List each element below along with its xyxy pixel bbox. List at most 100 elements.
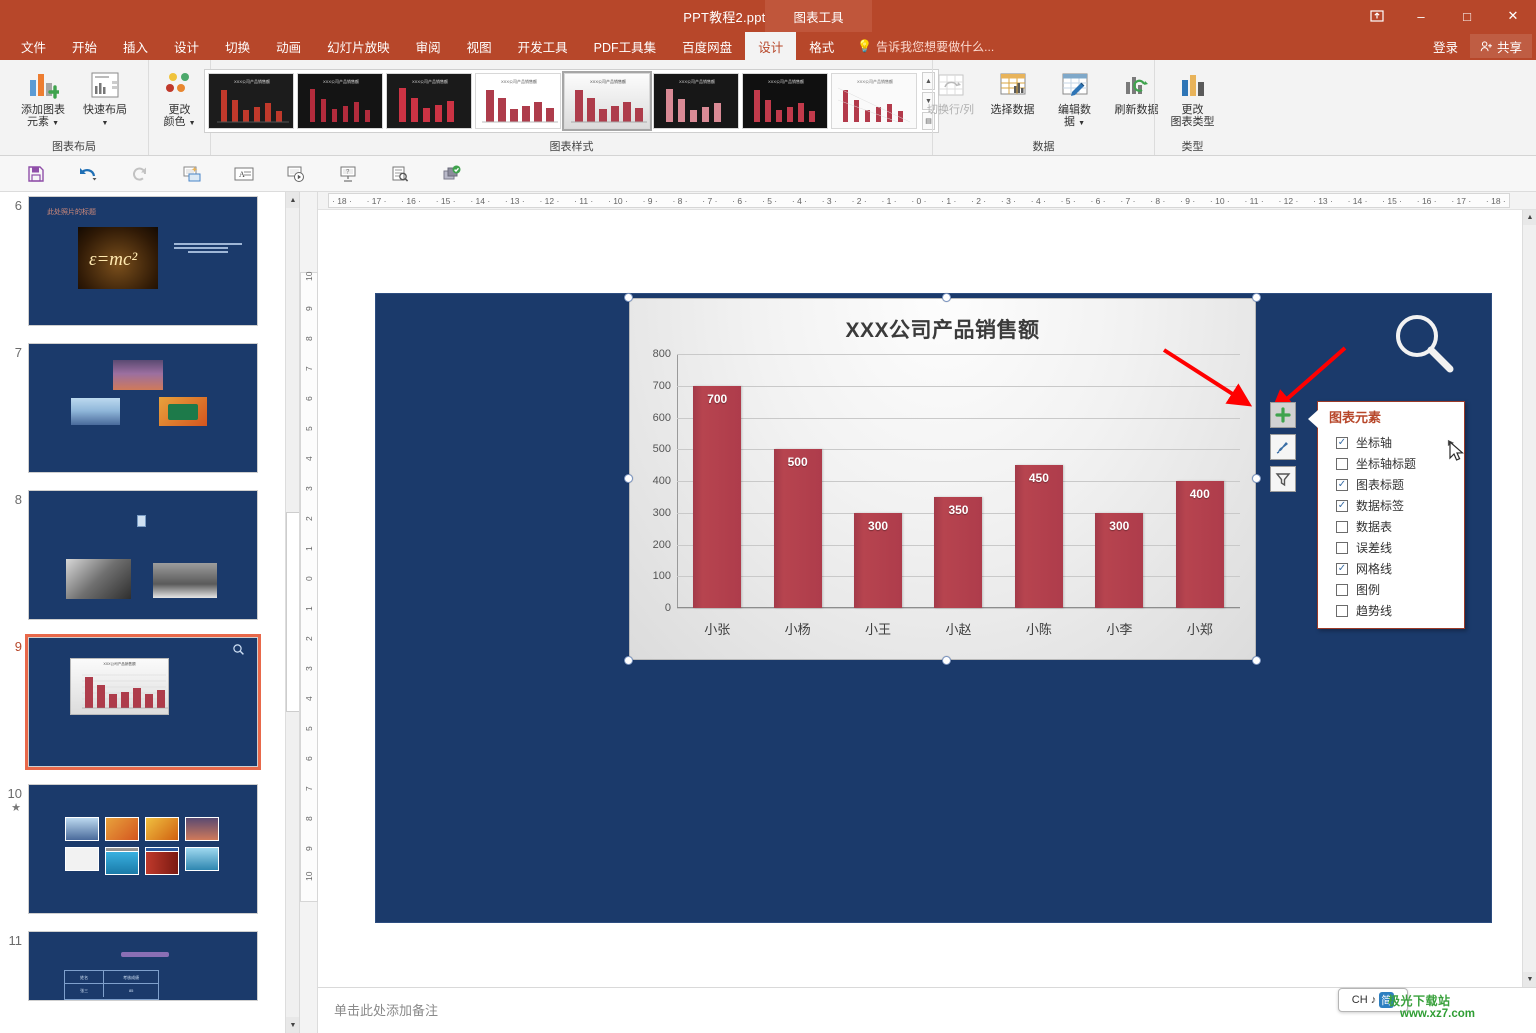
bar[interactable]: 500 (773, 449, 822, 608)
chart-element-item[interactable]: 图例 (1336, 579, 1464, 600)
bar[interactable]: 450 (1014, 465, 1063, 608)
ribbon-display-options-icon[interactable] (1356, 0, 1398, 32)
slide-thumbnail-pane[interactable]: 6 此处照片的标题 ε=mc² 7 8 9 XXX公司产品销售额 10 ★ 11… (0, 192, 300, 1033)
canvas-scrollbar[interactable]: ▲ ▼ (1522, 210, 1536, 987)
checkbox-icon[interactable] (1336, 520, 1348, 533)
scroll-up-arrow[interactable]: ▲ (286, 192, 299, 208)
chart-style-thumb[interactable]: XXX公司产品销售额 (831, 73, 917, 129)
slide-thumbnail-10[interactable] (28, 784, 258, 914)
sign-in-button[interactable]: 登录 (1423, 37, 1468, 56)
bar-column[interactable]: 450 (999, 354, 1079, 608)
tab-developer[interactable]: 开发工具 (505, 32, 581, 60)
scrollbar-thumb[interactable] (286, 512, 299, 712)
data-label[interactable]: 500 (774, 455, 822, 469)
resize-handle-s[interactable] (942, 656, 951, 665)
close-button[interactable]: ✕ (1490, 0, 1536, 32)
tab-chart-design[interactable]: 设计 (745, 32, 797, 60)
chart-element-item[interactable]: 误差线 (1336, 537, 1464, 558)
chart-style-thumb[interactable]: XXX公司产品销售额 (475, 73, 561, 129)
share-button[interactable]: 共享 (1469, 34, 1532, 58)
chart-style-thumb[interactable]: XXX公司产品销售额 (653, 73, 739, 129)
slide-thumbnail-7[interactable] (28, 343, 258, 473)
chart-style-thumb[interactable]: XXX公司产品销售额 (386, 73, 472, 129)
chart-style-thumb[interactable]: XXX公司产品销售额 (208, 73, 294, 129)
bar-series[interactable]: 700 500 300 350 450 300 400 (677, 354, 1240, 608)
chart-object[interactable]: XXX公司产品销售额 800 700 600 500 400 300 200 100 0 700… (624, 293, 1261, 665)
chart-element-item[interactable]: ✓ 网格线 (1336, 558, 1464, 579)
tab-pdf-tools[interactable]: PDF工具集 (581, 32, 670, 60)
bar-column[interactable]: 700 (677, 354, 757, 608)
data-label[interactable]: 300 (1095, 519, 1143, 533)
bar[interactable]: 300 (854, 512, 903, 608)
quick-layout-button[interactable]: 快速布局 ▼ (76, 66, 134, 130)
chart-style-thumb[interactable]: XXX公司产品销售额 (297, 73, 383, 129)
scroll-down-arrow[interactable]: ▼ (286, 1017, 299, 1033)
tab-transitions[interactable]: 切换 (212, 32, 263, 60)
slide-thumbnail-11[interactable]: 姓名 考核成绩 张三 85 (28, 931, 258, 1001)
switch-row-column-button[interactable]: 切换行/列 (922, 66, 980, 118)
canvas-scroll-up[interactable]: ▲ (1523, 210, 1536, 225)
bar-column[interactable]: 300 (838, 354, 918, 608)
text-box-button[interactable]: A (218, 159, 270, 189)
checkbox-icon[interactable]: ✓ (1336, 436, 1348, 449)
chart-elements-list[interactable]: ✓坐标轴▶坐标轴标题✓图表标题✓数据标签数据表误差线✓网格线图例趋势线 (1318, 430, 1464, 621)
edit-data-button[interactable]: 编辑数据 ▼ (1046, 66, 1104, 130)
chart-element-item[interactable]: ✓ 图表标题 (1336, 474, 1464, 495)
undo-button[interactable] (62, 159, 114, 189)
bar[interactable]: 350 (934, 496, 983, 608)
add-chart-element-button[interactable]: 添加图表 元素 ▼ (14, 66, 72, 130)
tab-view[interactable]: 视图 (454, 32, 505, 60)
data-label[interactable]: 300 (854, 519, 902, 533)
ime-pen-icon[interactable]: ♪ (1371, 994, 1377, 1006)
preview-button[interactable] (374, 159, 426, 189)
resize-handle-ne[interactable] (1252, 293, 1261, 302)
change-chart-type-button[interactable]: 更改 图表类型 (1160, 66, 1226, 130)
chart-filters-button[interactable] (1270, 466, 1296, 492)
chart-style-thumb[interactable]: XXX公司产品销售额 (742, 73, 828, 129)
new-slide-button[interactable] (166, 159, 218, 189)
save-button[interactable] (10, 159, 62, 189)
bar-column[interactable]: 350 (918, 354, 998, 608)
checkbox-icon[interactable]: ✓ (1336, 478, 1348, 491)
checkbox-icon[interactable]: ✓ (1336, 499, 1348, 512)
bar[interactable]: 400 (1175, 481, 1224, 608)
tab-home[interactable]: 开始 (59, 32, 110, 60)
tab-baidu-netdisk[interactable]: 百度网盘 (669, 32, 745, 60)
tell-me-box[interactable]: 💡 告诉我您想要做什么... (847, 32, 1004, 60)
slide-thumbnail-6[interactable]: 此处照片的标题 ε=mc² (28, 196, 258, 326)
chart-element-item[interactable]: 数据表 (1336, 516, 1464, 537)
checkbox-icon[interactable]: ✓ (1336, 562, 1348, 575)
data-label[interactable]: 450 (1015, 471, 1063, 485)
tab-chart-format[interactable]: 格式 (796, 32, 847, 60)
data-label[interactable]: 400 (1176, 487, 1224, 501)
thumbnail-scrollbar[interactable]: ▲ ▼ (285, 192, 299, 1033)
chart-title[interactable]: XXX公司产品销售额 (629, 314, 1256, 344)
tab-design[interactable]: 设计 (161, 32, 212, 60)
bar[interactable]: 700 (693, 385, 742, 608)
tab-file[interactable]: 文件 (8, 32, 60, 60)
chart-element-item[interactable]: ✓坐标轴▶ (1336, 432, 1464, 453)
checkbox-icon[interactable] (1336, 457, 1348, 470)
chart-styles-gallery[interactable]: XXX公司产品销售额 XXX公司产品销售额 XXX公司产品销售额 XXX公司产品… (204, 69, 939, 133)
tab-insert[interactable]: 插入 (110, 32, 161, 60)
resize-handle-w[interactable] (624, 474, 633, 483)
checkbox-icon[interactable] (1336, 583, 1348, 596)
bar[interactable]: 300 (1095, 512, 1144, 608)
chart-style-thumb-selected[interactable]: XXX公司产品销售额 (562, 71, 652, 131)
start-slideshow-button[interactable] (270, 159, 322, 189)
export-button[interactable] (426, 159, 478, 189)
data-label[interactable]: 350 (934, 503, 982, 517)
minimize-button[interactable]: – (1398, 0, 1444, 32)
change-colors-button[interactable]: 更改 颜色 ▼ (151, 66, 209, 130)
chart-elements-button[interactable] (1270, 402, 1296, 428)
slide-thumbnail-8[interactable] (28, 490, 258, 620)
chart-element-item[interactable]: 坐标轴标题 (1336, 453, 1464, 474)
chart-styles-button[interactable] (1270, 434, 1296, 460)
redo-button[interactable] (114, 159, 166, 189)
bar-column[interactable]: 400 (1160, 354, 1240, 608)
checkbox-icon[interactable] (1336, 604, 1348, 617)
maximize-button[interactable]: □ (1444, 0, 1490, 32)
resize-handle-n[interactable] (942, 293, 951, 302)
canvas-scroll-down[interactable]: ▼ (1523, 972, 1536, 987)
tab-review[interactable]: 审阅 (403, 32, 454, 60)
